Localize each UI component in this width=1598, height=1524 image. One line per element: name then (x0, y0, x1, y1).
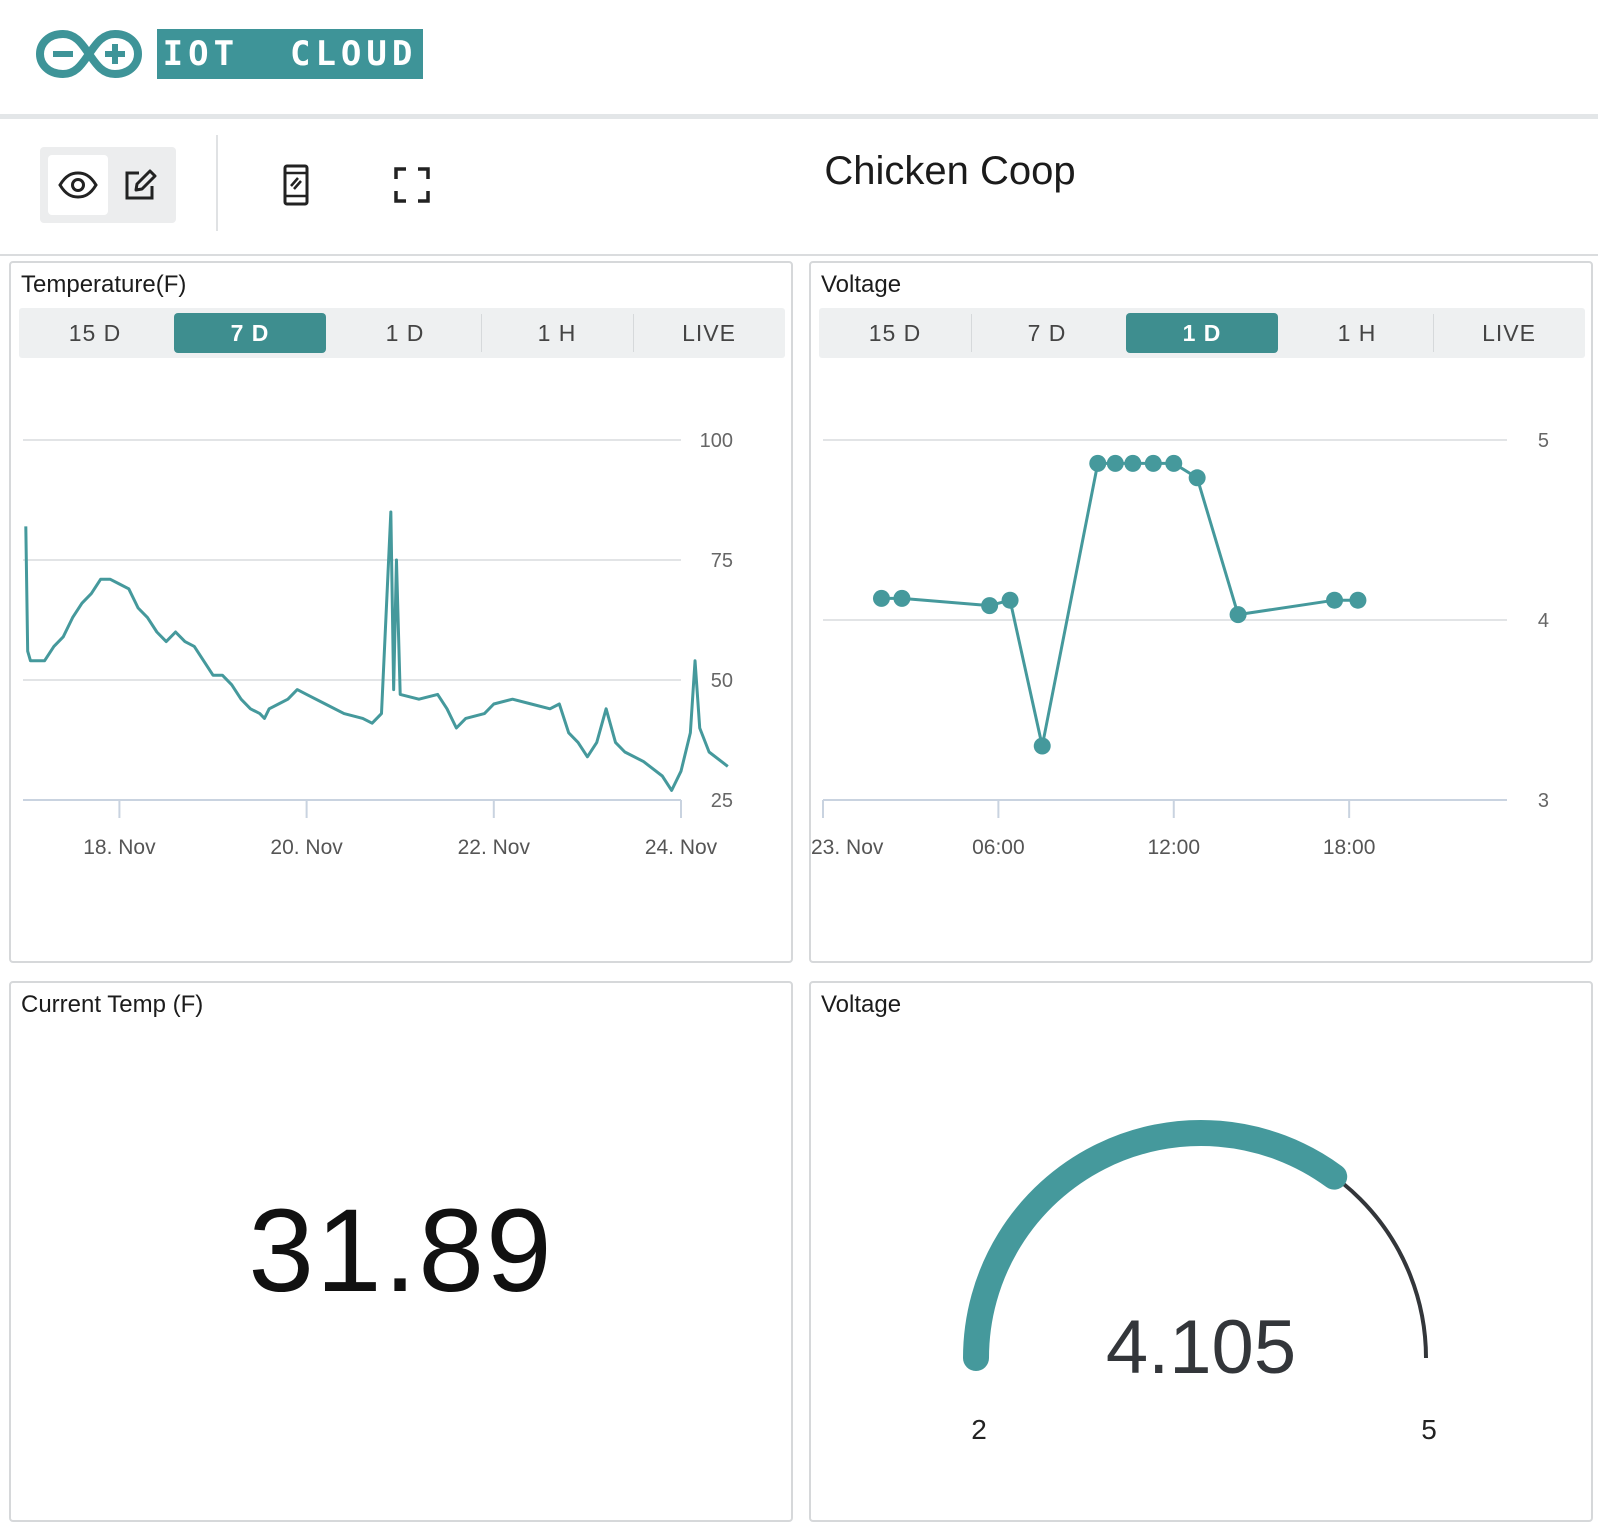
toolbar-divider (216, 135, 218, 231)
y-tick-label: 5 (1538, 430, 1549, 452)
data-point (1188, 469, 1206, 487)
eye-icon (58, 171, 98, 199)
range-tab-1h[interactable]: 1 H (1281, 308, 1433, 358)
y-tick-label: 4 (1538, 610, 1549, 632)
data-point (1089, 454, 1107, 472)
y-tick-label: 100 (700, 430, 733, 452)
current-temp-widget: Current Temp (F) 31.89 (9, 981, 793, 1522)
x-tick-label: 06:00 (972, 836, 1025, 859)
data-point (1033, 737, 1051, 755)
view-mode-button[interactable] (48, 155, 108, 215)
edit-pencil-icon (125, 169, 157, 200)
edit-mode-button[interactable] (110, 155, 170, 215)
brand-name: IOT CLOUD (157, 29, 423, 79)
series-line (881, 461, 1358, 748)
x-tick-label: 22. Nov (458, 836, 531, 859)
current-temp-value: 31.89 (248, 1185, 554, 1317)
y-tick-label: 3 (1538, 790, 1549, 812)
range-tab-15d[interactable]: 15 D (19, 308, 171, 358)
top-bar: IOT CLOUD (0, 0, 1598, 114)
mobile-view-button[interactable] (268, 157, 324, 213)
dashboard-toolbar: Chicken Coop (0, 119, 1598, 256)
x-tick-label: 18. Nov (83, 836, 156, 859)
temperature-chart-widget: Temperature(F) 15 D 7 D 1 D 1 H LIVE 25 5… (9, 261, 793, 963)
y-tick-label: 75 (711, 550, 733, 572)
widget-title: Current Temp (F) (21, 991, 204, 1018)
range-tab-live[interactable]: LIVE (1433, 308, 1585, 358)
data-point (1106, 454, 1124, 472)
x-tick-label: 12:00 (1147, 836, 1200, 859)
voltage-chart-widget: Voltage 15 D 7 D 1 D 1 H LIVE 3 4 5 23. Nov… (809, 261, 1593, 963)
mobile-phone-icon (283, 164, 309, 206)
data-point (1349, 591, 1367, 609)
time-range-selector: 15 D 7 D 1 D 1 H LIVE (19, 308, 785, 358)
data-point (1165, 454, 1183, 472)
gauge-min-label: 2 (971, 1414, 987, 1445)
gauge-max-label: 5 (1421, 1414, 1437, 1445)
data-point (1326, 591, 1344, 609)
data-point (981, 597, 999, 615)
data-point (1124, 454, 1142, 472)
temperature-line-chart: 25 50 75 100 18. Nov 20. Nov 22. Nov 24. Nov (23, 430, 733, 859)
y-tick-label: 25 (711, 790, 733, 812)
voltage-line-chart: 3 4 5 23. Nov 06:00 12:00 18:00 (811, 430, 1549, 859)
widget-title: Temperature(F) (21, 271, 187, 298)
widget-title: Voltage (821, 271, 902, 298)
range-tab-1h[interactable]: 1 H (481, 308, 633, 358)
arduino-logo-icon (36, 29, 142, 79)
mode-toggle (40, 147, 176, 223)
range-tab-15d[interactable]: 15 D (819, 308, 971, 358)
y-tick-label: 50 (711, 670, 733, 692)
voltage-gauge-widget: Voltage 4.105 2 5 (809, 981, 1593, 1522)
voltage-gauge: 4.105 2 5 (963, 1120, 1437, 1445)
gauge-value: 4.105 (1106, 1305, 1296, 1390)
fullscreen-button[interactable] (384, 157, 440, 213)
data-point (1144, 454, 1162, 472)
range-tab-7d[interactable]: 7 D (174, 313, 326, 353)
x-tick-label: 20. Nov (270, 836, 343, 859)
x-tick-label: 18:00 (1323, 836, 1376, 859)
data-point (1229, 606, 1247, 624)
fullscreen-icon (394, 167, 430, 203)
range-tab-1d[interactable]: 1 D (329, 308, 481, 358)
dashboard-title: Chicken Coop (824, 149, 1076, 193)
range-tab-live[interactable]: LIVE (633, 308, 785, 358)
time-range-selector: 15 D 7 D 1 D 1 H LIVE (819, 308, 1585, 358)
x-tick-label: 23. Nov (811, 836, 884, 859)
range-tab-1d[interactable]: 1 D (1126, 313, 1278, 353)
data-point (893, 589, 911, 607)
series-line (24, 510, 729, 792)
data-point (872, 589, 890, 607)
data-point (1001, 591, 1019, 609)
range-tab-7d[interactable]: 7 D (971, 308, 1123, 358)
x-tick-label: 24. Nov (645, 836, 718, 859)
